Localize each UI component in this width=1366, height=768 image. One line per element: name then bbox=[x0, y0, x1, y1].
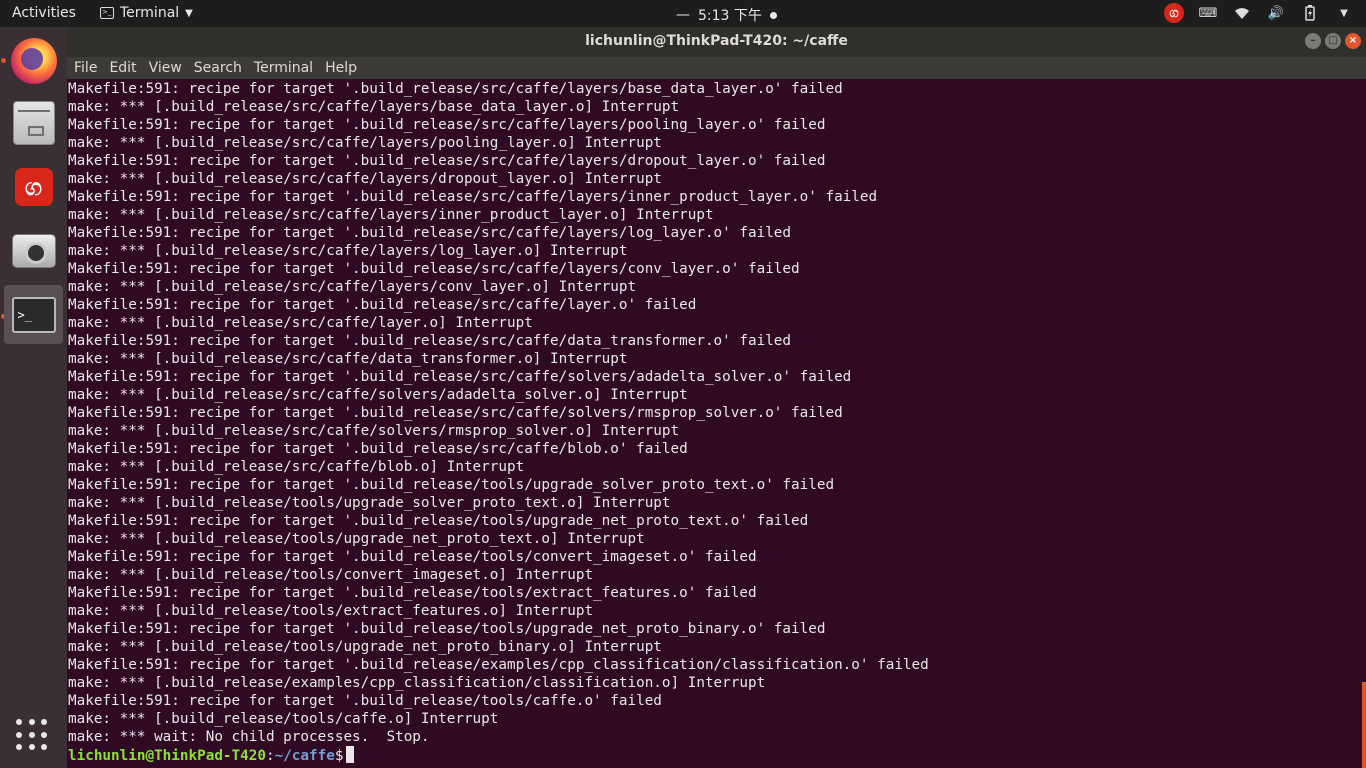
menu-view[interactable]: View bbox=[143, 60, 188, 76]
clock-dash: — bbox=[676, 7, 690, 23]
terminal-line: Makefile:591: recipe for target '.build_… bbox=[68, 297, 697, 313]
terminal-output: Makefile:591: recipe for target '.build_… bbox=[68, 80, 929, 764]
chevron-down-icon: ▼ bbox=[185, 7, 193, 19]
menu-file[interactable]: File bbox=[67, 60, 103, 76]
terminal-line: Makefile:591: recipe for target '.build_… bbox=[68, 153, 826, 169]
dock-terminal[interactable]: >_ bbox=[4, 285, 63, 344]
menu-help[interactable]: Help bbox=[319, 60, 363, 76]
terminal-line: make: *** [.build_release/src/caffe/solv… bbox=[68, 387, 688, 403]
menu-edit[interactable]: Edit bbox=[103, 60, 142, 76]
terminal-line: make: *** [.build_release/src/caffe/data… bbox=[68, 351, 628, 367]
netease-music-icon: ග bbox=[14, 167, 53, 206]
terminal-line: make: *** [.build_release/tools/convert_… bbox=[68, 567, 594, 583]
dock: ග >_ bbox=[0, 27, 67, 768]
terminal-line: make: *** [.build_release/src/caffe/solv… bbox=[68, 423, 680, 439]
prompt-path: ~/caffe bbox=[274, 748, 335, 764]
terminal-line: Makefile:591: recipe for target '.build_… bbox=[68, 81, 843, 97]
chevron-down-icon[interactable]: ▼ bbox=[1334, 3, 1354, 23]
terminal-line: Makefile:591: recipe for target '.build_… bbox=[68, 549, 757, 565]
scrollbar[interactable] bbox=[1362, 682, 1366, 768]
app-menu-label: Terminal bbox=[120, 5, 180, 21]
notification-dot-icon bbox=[769, 11, 777, 19]
terminal-icon: >_ bbox=[100, 7, 114, 19]
title-bar[interactable]: lichunlin@ThinkPad-T420: ~/caffe – □ × bbox=[67, 27, 1366, 57]
system-tray[interactable]: ග ⌨ 🔊 ▼ bbox=[1164, 3, 1354, 23]
camera-icon bbox=[11, 233, 56, 268]
terminal-line: make: *** [.build_release/tools/upgrade_… bbox=[68, 639, 662, 655]
prompt-separator: : bbox=[265, 748, 275, 764]
terminal-line: make: *** [.build_release/tools/extract_… bbox=[68, 603, 594, 619]
terminal-line: Makefile:591: recipe for target '.build_… bbox=[68, 441, 688, 457]
terminal-line: Makefile:591: recipe for target '.build_… bbox=[68, 369, 852, 385]
window-title: lichunlin@ThinkPad-T420: ~/caffe bbox=[585, 33, 848, 49]
terminal-line: Makefile:591: recipe for target '.build_… bbox=[68, 657, 929, 673]
terminal-line: Makefile:591: recipe for target '.build_… bbox=[68, 693, 662, 709]
close-icon[interactable]: × bbox=[1345, 33, 1361, 49]
show-apps-icon[interactable] bbox=[16, 719, 49, 752]
dock-netease-music[interactable]: ග bbox=[4, 157, 63, 216]
wifi-icon[interactable] bbox=[1232, 3, 1252, 23]
firefox-icon bbox=[10, 37, 57, 84]
menu-bar: File Edit View Search Terminal Help bbox=[67, 57, 1366, 79]
terminal-line: Makefile:591: recipe for target '.build_… bbox=[68, 585, 757, 601]
terminal-line: Makefile:591: recipe for target '.build_… bbox=[68, 405, 843, 421]
terminal-line: make: *** [.build_release/src/caffe/laye… bbox=[68, 315, 533, 331]
activities-button[interactable]: Activities bbox=[12, 5, 76, 21]
maximize-icon[interactable]: □ bbox=[1325, 33, 1341, 49]
dock-files[interactable] bbox=[4, 93, 63, 152]
terminal-line: make: *** [.build_release/tools/upgrade_… bbox=[68, 531, 645, 547]
terminal-line: make: *** [.build_release/src/caffe/laye… bbox=[68, 171, 662, 187]
terminal-line: make: *** [.build_release/tools/caffe.o]… bbox=[68, 711, 499, 727]
battery-icon[interactable] bbox=[1300, 3, 1320, 23]
terminal-line: make: *** [.build_release/src/caffe/laye… bbox=[68, 279, 637, 295]
dock-firefox[interactable] bbox=[4, 31, 63, 90]
volume-icon[interactable]: 🔊 bbox=[1266, 3, 1286, 23]
keyboard-icon[interactable]: ⌨ bbox=[1198, 3, 1218, 23]
terminal-line: Makefile:591: recipe for target '.build_… bbox=[68, 225, 792, 241]
terminal-line: Makefile:591: recipe for target '.build_… bbox=[68, 261, 800, 277]
terminal-line: Makefile:591: recipe for target '.build_… bbox=[68, 621, 826, 637]
minimize-icon[interactable]: – bbox=[1305, 33, 1321, 49]
terminal-window: lichunlin@ThinkPad-T420: ~/caffe – □ × F… bbox=[67, 27, 1366, 768]
files-icon bbox=[12, 100, 55, 145]
terminal-content[interactable]: Makefile:591: recipe for target '.build_… bbox=[67, 79, 1366, 768]
netease-music-tray-icon[interactable]: ග bbox=[1164, 3, 1184, 23]
terminal-line: Makefile:591: recipe for target '.build_… bbox=[68, 513, 809, 529]
terminal-line: make: *** [.build_release/src/caffe/laye… bbox=[68, 135, 662, 151]
dock-camera[interactable] bbox=[4, 221, 63, 280]
top-bar: Activities >_ Terminal ▼ — 5:13 下午 ග ⌨ 🔊… bbox=[0, 0, 1366, 27]
clock[interactable]: — 5:13 下午 bbox=[676, 5, 777, 25]
menu-search[interactable]: Search bbox=[188, 60, 248, 76]
terminal-line: Makefile:591: recipe for target '.build_… bbox=[68, 477, 835, 493]
terminal-line: Makefile:591: recipe for target '.build_… bbox=[68, 333, 792, 349]
menu-terminal[interactable]: Terminal bbox=[248, 60, 319, 76]
text-cursor bbox=[346, 746, 355, 763]
terminal-icon: >_ bbox=[11, 296, 56, 333]
terminal-line: make: *** [.build_release/src/caffe/blob… bbox=[68, 459, 525, 475]
terminal-line: Makefile:591: recipe for target '.build_… bbox=[68, 189, 878, 205]
terminal-line: make: *** [.build_release/examples/cpp_c… bbox=[68, 675, 766, 691]
clock-time: 5:13 下午 bbox=[698, 8, 762, 24]
terminal-line: make: *** [.build_release/src/caffe/laye… bbox=[68, 243, 628, 259]
prompt-symbol: $ bbox=[334, 748, 344, 764]
terminal-line: make: *** [.build_release/tools/upgrade_… bbox=[68, 495, 671, 511]
terminal-line: make: *** [.build_release/src/caffe/laye… bbox=[68, 99, 680, 115]
terminal-line: Makefile:591: recipe for target '.build_… bbox=[68, 117, 826, 133]
prompt-user-host: lichunlin@ThinkPad-T420 bbox=[68, 748, 266, 764]
terminal-line: make: *** wait: No child processes. Stop… bbox=[68, 729, 430, 745]
shell-prompt[interactable]: lichunlin@ThinkPad-T420:~/caffe$ bbox=[68, 746, 929, 764]
app-menu[interactable]: >_ Terminal ▼ bbox=[100, 5, 193, 21]
terminal-line: make: *** [.build_release/src/caffe/laye… bbox=[68, 207, 714, 223]
